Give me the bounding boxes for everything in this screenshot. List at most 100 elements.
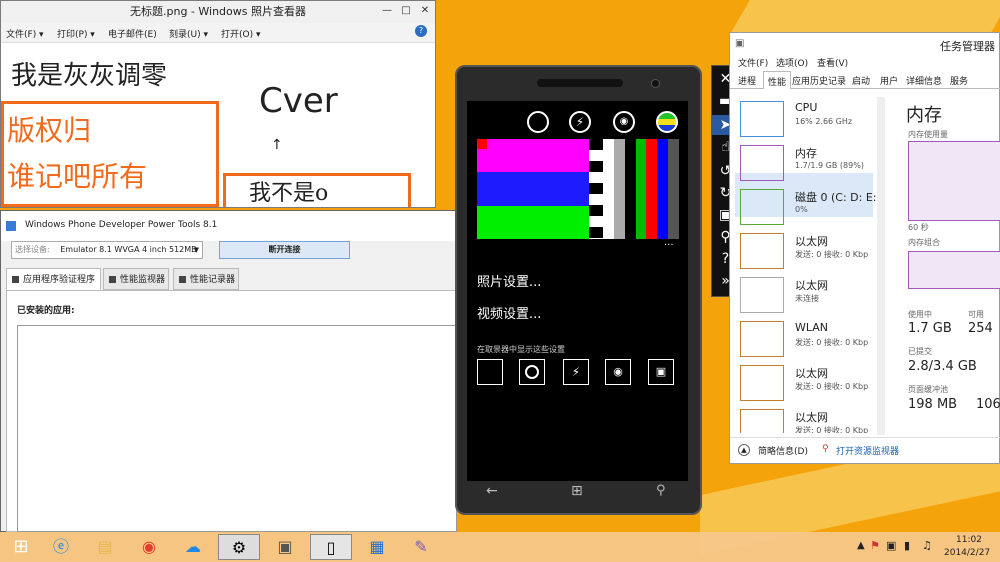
fewer-details-button[interactable]: 简略信息(D) [758,444,808,457]
clock-time[interactable]: 11:02 [956,535,982,545]
menu-open[interactable]: 打开(O) ▾ [221,27,261,40]
resource-name: 以太网 [795,367,828,380]
tm-menu-options[interactable]: 选项(O) [776,56,808,69]
file-explorer-icon[interactable]: ▤ [84,534,126,560]
device-select-value: Emulator 8.1 WVGA 4 inch 512MB [60,245,197,254]
resource-wlan[interactable]: WLAN 发送: 0 接收: 0 Kbp [740,321,870,361]
disconnect-button[interactable]: 断开连接 [219,241,350,259]
resource-disk[interactable]: 磁盘 0 (C: D: E: 0% [740,189,877,229]
minimize-button[interactable]: — [378,3,396,19]
cloud-app-icon[interactable]: ☁ [172,534,214,560]
tab-app-verifier[interactable]: 应用程序验证程序 [6,268,101,290]
dev-tools-icon[interactable]: ⚙ [218,534,260,560]
device-select[interactable]: 选择设备: Emulator 8.1 WVGA 4 inch 512MB ▼ [11,241,203,259]
handwriting-line-3: 版权归 [7,114,92,147]
ethernet-graph [740,365,784,401]
tray-expand-icon[interactable]: ▲ [857,540,865,551]
resource-ethernet-3[interactable]: 以太网 发送: 0 接收: 0 Kbp [740,365,870,405]
ethernet-graph [740,277,784,313]
tm-tabstrip: 进程 性能 应用历史记录 启动 用户 详细信息 服务 [730,71,1000,89]
resource-stat: 发送: 0 接收: 0 Kbp [795,250,869,259]
resource-name: CPU [795,101,818,114]
tab-label: 应用程序验证程序 [23,275,96,285]
windows-start-icon[interactable]: ⊞ [571,483,583,499]
viewfinder-slot-timer[interactable] [519,359,545,385]
phone-emulator-icon[interactable]: ▯ [310,534,352,560]
back-icon[interactable]: ← [486,483,498,499]
viewfinder-slot-picture[interactable]: ▣ [648,359,674,385]
video-settings-link[interactable]: 视频设置... [477,303,541,322]
more-button[interactable]: ... [664,237,674,248]
disk-graph [740,189,784,225]
tab-icon [12,276,19,283]
effect-icon[interactable] [656,111,678,133]
maximize-button[interactable]: □ [397,3,415,19]
resource-ethernet-4[interactable]: 以太网 发送: 0 接收: 0 Kbp [740,409,870,433]
paint-icon[interactable]: ✎ [400,534,442,560]
device-select-label: 选择设备: [15,245,50,254]
task-manager-title: 任务管理器 [940,40,995,53]
arrow-up-icon: ↑ [271,137,283,153]
viewfinder-slot-empty[interactable] [477,359,503,385]
tab-app-history[interactable]: 应用历史记录 [792,74,846,87]
image-app-icon[interactable]: ▦ [356,534,398,560]
red-marker [477,139,487,149]
open-resource-monitor-link[interactable]: 打开资源监视器 [836,444,899,457]
taskbar: ⊞ ⓔ ▤ ◉ ☁ ⚙ ▣ ▯ ▦ ✎ ▲ ⚑ ▣ ▮ ♫ 11:02 2014… [0,532,1000,562]
resource-ethernet-2[interactable]: 以太网 未连接 [740,277,870,317]
resource-scrollbar[interactable] [877,97,885,435]
composition-label: 内存组合 [908,238,940,247]
handwriting-line-2: Cver [259,81,338,121]
resource-memory[interactable]: 内存 1.7/1.9 GB (89%) [740,145,870,185]
tray-signal-icon[interactable]: ▮ [904,539,910,552]
power-tools-title: Windows Phone Developer Power Tools 8.1 [25,220,218,230]
viewfinder-slot-scene[interactable]: ◉ [605,359,631,385]
resource-stat: 16% 2.66 GHz [795,117,853,126]
ethernet-graph [740,233,784,269]
windows-logo-icon [6,221,16,231]
tab-perf-recorder[interactable]: 性能记录器 [173,268,239,290]
tab-icon [109,276,116,283]
tab-panel: 已安装的应用: [6,290,457,532]
handwriting-line-4: 谁记吧所有 [7,160,148,193]
installed-apps-label: 已安装的应用: [17,306,75,316]
scene-icon[interactable]: ◉ [613,111,635,133]
resource-cpu[interactable]: CPU 16% 2.66 GHz [740,101,870,141]
internet-explorer-icon[interactable]: ⓔ [40,534,82,560]
tray-flag-icon[interactable]: ⚑ [870,539,880,552]
tab-perf-monitor[interactable]: 性能监视器 [103,268,169,290]
resource-name: 磁盘 0 (C: D: E: [795,191,877,204]
tab-services[interactable]: 服务 [950,74,968,87]
committed-label: 已提交 [908,347,932,356]
windows-start-icon[interactable]: ⊞ [0,534,42,560]
viewfinder-slot-flash[interactable]: ⚡ [563,359,589,385]
photo-viewer-icon[interactable]: ▣ [264,534,306,560]
clock-date[interactable]: 2014/2/27 [944,548,990,558]
timer-icon[interactable] [527,111,549,133]
tray-volume-icon[interactable]: ♫ [922,539,932,552]
flash-icon[interactable]: ⚡ [569,111,591,133]
tab-details[interactable]: 详细信息 [906,74,942,87]
tab-label: 性能监视器 [120,275,166,285]
resource-name: WLAN [795,321,829,334]
tab-startup[interactable]: 启动 [852,74,870,87]
chevron-up-icon[interactable]: ▲ [738,444,750,456]
menu-print[interactable]: 打印(P) ▾ [57,27,95,40]
help-icon[interactable]: ? [415,25,427,37]
tm-menu-file[interactable]: 文件(F) [738,56,768,69]
search-icon[interactable]: ⚲ [656,483,666,498]
chrome-icon[interactable]: ◉ [128,534,170,560]
tab-processes[interactable]: 进程 [738,74,756,87]
photo-settings-link[interactable]: 照片设置... [477,271,541,290]
menu-burn[interactable]: 刻录(U) ▾ [169,27,208,40]
tm-menu-view[interactable]: 查看(V) [817,56,848,69]
tab-performance[interactable]: 性能 [763,71,792,89]
menu-email[interactable]: 电子邮件(E) [108,27,157,40]
tab-users[interactable]: 用户 [880,74,898,87]
menu-file[interactable]: 文件(F) ▾ [6,27,44,40]
resource-ethernet-1[interactable]: 以太网 发送: 0 接收: 0 Kbp [740,233,870,273]
installed-apps-list[interactable] [17,325,457,532]
in-use-label: 使用中 [908,310,932,319]
tray-network-icon[interactable]: ▣ [886,539,896,552]
close-button[interactable]: ✕ [416,3,434,19]
